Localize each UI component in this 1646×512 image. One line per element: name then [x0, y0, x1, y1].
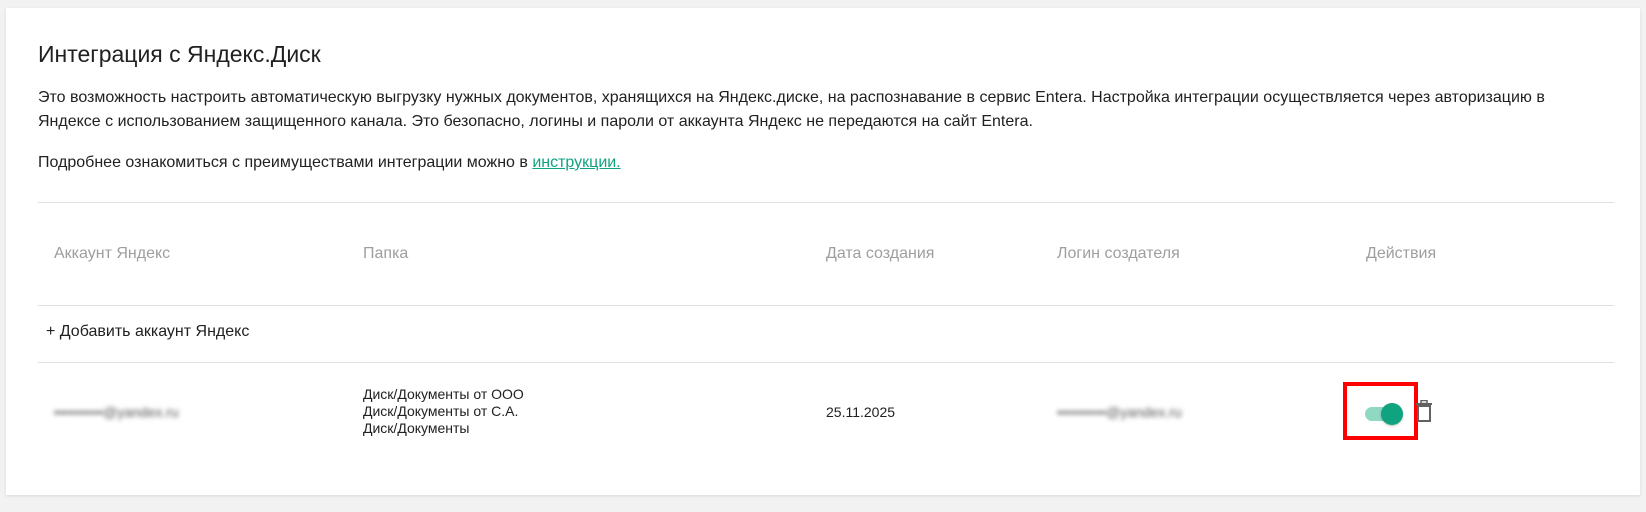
folder-item: Диск/Документы от С.А.	[363, 403, 519, 419]
divider	[38, 362, 1614, 363]
integration-description: Это возможность настроить автоматическую…	[38, 89, 1545, 130]
page-title: Интеграция с Яндекс.Диск	[38, 41, 321, 67]
add-yandex-account-button[interactable]: + Добавить аккаунт Яндекс	[46, 323, 249, 341]
folder-list: Диск/Документы от ООО Диск/Документы от …	[363, 386, 524, 437]
more-info-prefix: Подробнее ознакомиться с преимуществами …	[38, 154, 533, 171]
creation-date: 25.11.2025	[826, 404, 896, 420]
column-header-creator-login: Логин создателя	[1057, 245, 1180, 262]
more-info-text: Подробнее ознакомиться с преимуществами …	[38, 152, 621, 174]
divider	[38, 202, 1614, 203]
creator-login: ••••••••••@yandex.ru	[1057, 404, 1182, 420]
column-header-actions: Действия	[1366, 245, 1437, 262]
folder-item: Диск/Документы от ООО	[363, 386, 524, 402]
column-header-date: Дата создания	[826, 245, 935, 262]
folder-item: Диск/Документы	[363, 420, 470, 436]
instructions-link[interactable]: инструкции.	[532, 154, 620, 171]
integration-enabled-toggle[interactable]	[1363, 403, 1403, 425]
trash-icon[interactable]	[1415, 399, 1433, 422]
column-header-folder: Папка	[363, 245, 409, 262]
divider	[38, 305, 1614, 306]
yandex-account-email: ••••••••••@yandex.ru	[54, 404, 179, 420]
toggle-knob	[1381, 403, 1403, 425]
column-header-account: Аккаунт Яндекс	[54, 245, 171, 262]
